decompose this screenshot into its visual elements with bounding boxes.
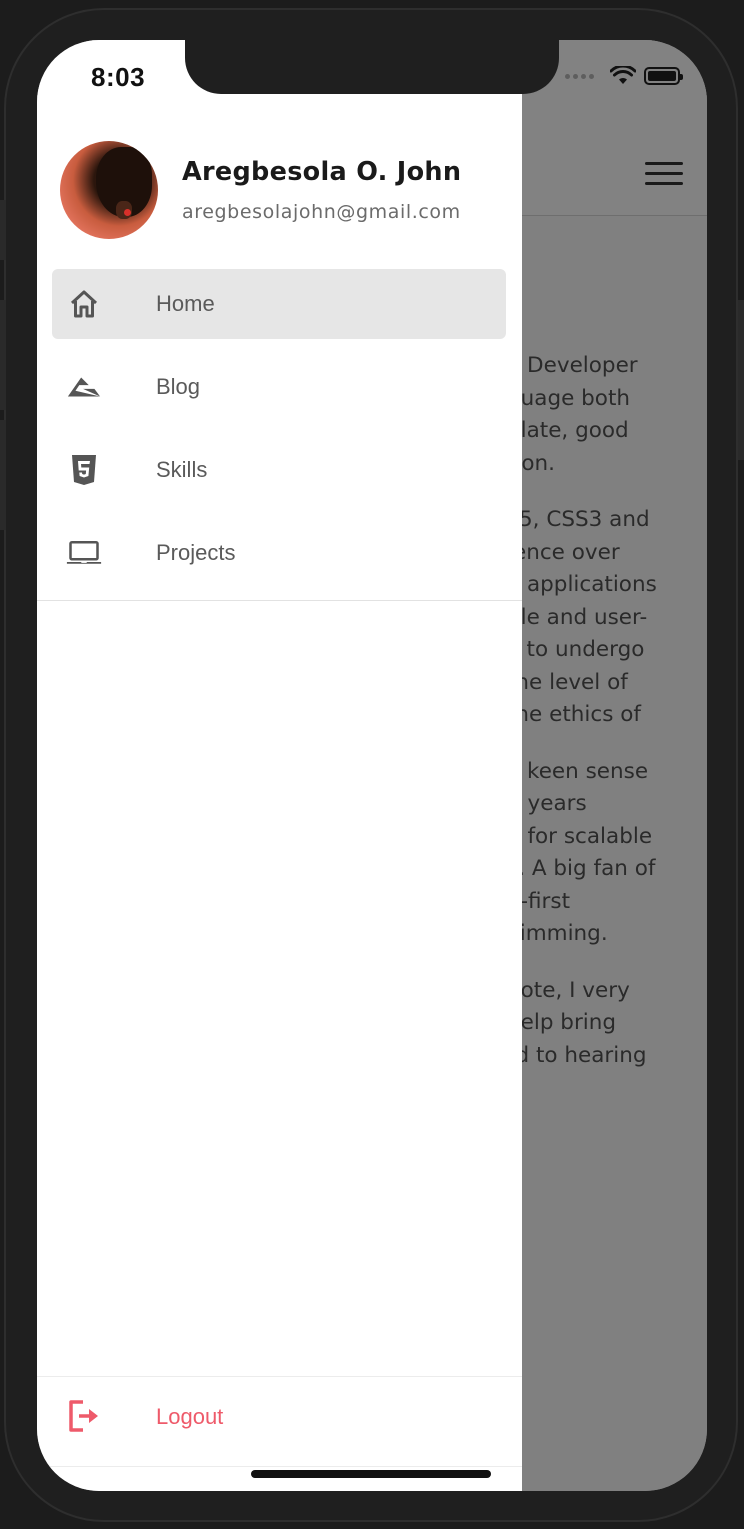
menu-item-projects[interactable]: Projects <box>52 518 506 588</box>
hamburger-menu-icon[interactable] <box>645 160 683 188</box>
background-text-line: n for scalable <box>507 823 653 849</box>
status-icons <box>565 66 683 86</box>
navigation-drawer: 8:03 Aregbesola O. John aregbesolajohn@g… <box>37 40 522 1491</box>
volume-up-button <box>0 300 6 410</box>
menu-item-home[interactable]: Home <box>52 269 506 339</box>
background-text-line: ience over <box>507 539 620 565</box>
background-text-line: note, I very <box>507 977 630 1003</box>
avatar <box>60 141 158 239</box>
wifi-icon <box>610 66 636 84</box>
logout-label: Logout <box>156 1404 224 1429</box>
menu-item-label: Home <box>156 291 215 316</box>
cellular-signal-icon <box>565 73 594 79</box>
background-text-line: the level of <box>507 669 628 695</box>
laptop-icon <box>66 535 102 571</box>
background-text-line: help bring <box>507 1010 617 1035</box>
background-text-line: vimming. <box>507 921 608 946</box>
background-text-line: tion. <box>507 450 556 476</box>
background-text-line: s. A big fan of <box>507 856 656 881</box>
blog-icon <box>66 369 102 405</box>
logout-icon <box>66 1398 102 1434</box>
html5-icon <box>66 452 102 488</box>
background-paragraph: a keen sense 2 years n for scalable s. A bi… <box>507 756 707 951</box>
background-text-line: a keen sense <box>507 758 649 784</box>
background-text-line: e-first <box>507 888 570 914</box>
background-bio-text: e Developer guage both ulate, good tion. L5,… <box>507 350 707 1096</box>
background-text-line: o applications <box>507 572 657 597</box>
bottom-divider <box>37 1466 522 1467</box>
home-indicator[interactable] <box>251 1470 491 1478</box>
menu-item-skills[interactable]: Skills <box>52 435 506 505</box>
menu-item-blog[interactable]: Blog <box>52 352 506 422</box>
home-icon <box>66 286 102 322</box>
background-text-line: ble and user- <box>507 604 648 630</box>
background-text-line: the ethics of <box>507 702 641 727</box>
background-paragraph: note, I very help bring rd to hearing <box>507 975 707 1073</box>
status-time: 8:03 <box>91 62 146 92</box>
power-button <box>738 300 744 460</box>
background-text-line: 2 years <box>507 791 587 816</box>
volume-down-button <box>0 420 6 530</box>
logout-button[interactable]: Logout <box>52 1382 506 1452</box>
background-text-line: ulate, good <box>507 418 629 443</box>
profile-header[interactable]: Aregbesola O. John aregbesolajohn@gmail.… <box>60 141 461 239</box>
background-paragraph: e Developer guage both ulate, good tion. <box>507 350 707 480</box>
menu-item-label: Blog <box>156 374 201 399</box>
profile-email: aregbesolajohn@gmail.com <box>182 201 461 223</box>
background-paragraph: L5, CSS3 and ience over o applications ble … <box>507 504 707 732</box>
background-text-line: y to undergo <box>507 637 645 662</box>
device-notch <box>185 40 559 94</box>
profile-name: Aregbesola O. John <box>182 157 462 187</box>
background-text-line: e Developer <box>507 353 638 378</box>
menu-item-label: Projects <box>156 540 236 565</box>
screen: ! e Developerguage bothulate, goodtion.L… <box>37 40 707 1491</box>
background-text-line: guage both <box>507 385 631 411</box>
background-text-line: L5, CSS3 and <box>507 507 650 532</box>
menu-divider <box>37 600 522 601</box>
drawer-menu: Home Blog Skills Projects <box>52 269 506 601</box>
mute-switch <box>0 200 6 260</box>
battery-icon <box>644 67 683 85</box>
logout-divider <box>37 1376 522 1377</box>
background-text-line: rd to hearing <box>507 1042 647 1068</box>
menu-item-label: Skills <box>156 457 208 482</box>
